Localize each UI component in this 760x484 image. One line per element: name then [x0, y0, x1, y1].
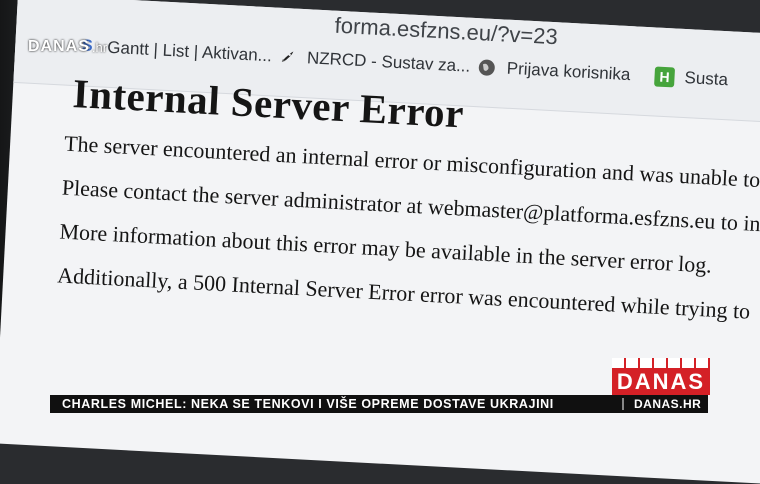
- ticker-brand: DANAS.HR: [634, 397, 702, 411]
- logo-text: DANAS: [28, 38, 90, 55]
- bookmark-nzrcd[interactable]: NZRCD - Sustav za...: [276, 42, 471, 82]
- address-bar-text[interactable]: forma.esfzns.eu/?v=23: [334, 13, 558, 51]
- news-ticker: CHARLES MICHEL: NEKA SE TENKOVI I VIŠE O…: [50, 395, 708, 413]
- globe-icon: [476, 57, 497, 78]
- bookmark-label: Susta: [684, 68, 729, 90]
- logo-suffix: .hr: [91, 39, 108, 55]
- brand-bug: DANAS: [612, 368, 710, 395]
- channel-logo: DANAS .hr: [28, 38, 107, 56]
- bookmark-prijava[interactable]: Prijava korisnika: [476, 52, 631, 90]
- error-page-content: Internal Server Error The server encount…: [56, 69, 760, 344]
- bookmark-label: NZRCD - Sustav za...: [306, 48, 471, 76]
- bookmark-label: Prijava korisnika: [506, 58, 631, 85]
- ticker-headline: CHARLES MICHEL: NEKA SE TENKOVI I VIŠE O…: [62, 397, 554, 411]
- bookmark-label: Gantt | List | Aktivan...: [106, 37, 273, 66]
- bookmark-sustav[interactable]: H Susta: [654, 61, 729, 95]
- rocket-icon: [277, 47, 298, 68]
- bug-stripes: [612, 358, 710, 368]
- h-icon: H: [654, 66, 676, 88]
- ticker-separator: [622, 398, 624, 410]
